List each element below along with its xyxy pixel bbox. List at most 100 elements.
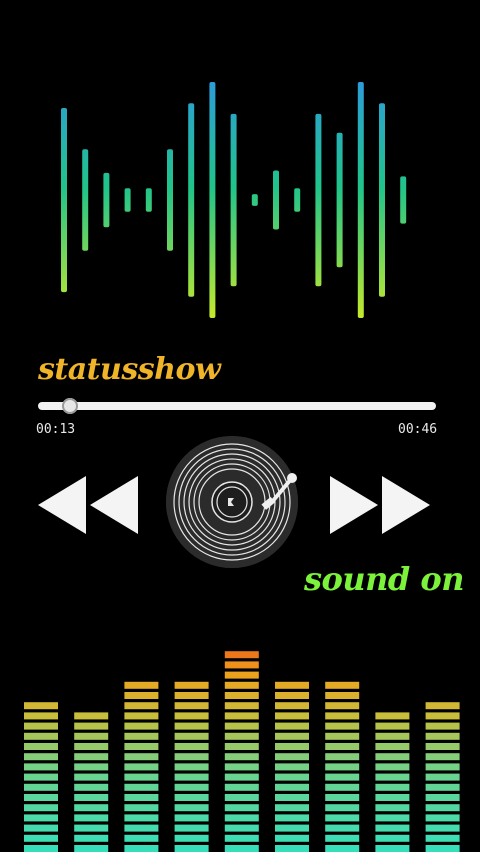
equalizer-segment	[124, 681, 159, 689]
equalizer-segment	[275, 834, 309, 842]
waveform-bar	[167, 149, 173, 251]
equalizer-segment	[425, 834, 460, 842]
equalizer-segment	[425, 763, 460, 771]
equalizer-segment	[124, 814, 159, 822]
waveform-bar	[230, 113, 237, 287]
equalizer-segment	[224, 743, 259, 750]
waveform-bar	[294, 188, 301, 212]
equalizer-segment	[325, 732, 360, 740]
equalizer-segment	[375, 722, 410, 730]
equalizer-segment	[24, 732, 58, 740]
equalizer-segment	[425, 794, 460, 801]
equalizer-segment	[224, 712, 259, 720]
equalizer-segment	[174, 702, 209, 710]
equalizer-segment	[375, 753, 410, 761]
equalizer-segment	[325, 702, 360, 710]
equalizer-segment	[74, 834, 109, 842]
equalizer-segment	[174, 794, 209, 801]
equalizer-segment	[24, 702, 58, 710]
equalizer-segment	[425, 702, 460, 710]
equalizer-segment	[124, 692, 159, 699]
equalizer-segment	[174, 824, 209, 832]
equalizer-segment	[375, 804, 410, 812]
equalizer-segment	[425, 783, 460, 791]
equalizer-segment	[425, 743, 460, 750]
equalizer-segment	[224, 773, 259, 781]
equalizer-segment	[425, 712, 460, 720]
equalizer-segment	[224, 783, 259, 791]
waveform-bar	[82, 149, 89, 251]
equalizer-segment	[24, 753, 58, 761]
equalizer-segment	[224, 824, 259, 832]
equalizer-segment	[24, 783, 58, 791]
equalizer-segment	[325, 794, 360, 801]
equalizer-segment	[375, 845, 410, 852]
equalizer-segment	[325, 712, 360, 720]
equalizer-segment	[375, 794, 410, 801]
equalizer-segment	[74, 814, 109, 822]
equalizer-bar	[375, 712, 410, 852]
equalizer-segment	[124, 804, 159, 812]
waveform-bar	[103, 172, 110, 228]
equalizer-bar	[24, 702, 58, 852]
equalizer-segment	[325, 722, 360, 730]
equalizer-bar	[425, 702, 460, 852]
equalizer-bar	[325, 681, 360, 852]
equalizer-segment	[74, 722, 109, 730]
equalizer-segment	[425, 824, 460, 832]
equalizer-bar	[174, 681, 209, 852]
equalizer-segment	[124, 783, 159, 791]
equalizer-segment	[224, 763, 259, 771]
total-time: 00:46	[398, 422, 438, 437]
equalizer-segment	[124, 743, 159, 750]
equalizer-segment	[375, 763, 410, 771]
equalizer-segment	[325, 681, 360, 689]
equalizer-segment	[124, 722, 159, 730]
seek-bar[interactable]	[38, 402, 436, 410]
equalizer-segment	[425, 732, 460, 740]
equalizer-segment	[74, 753, 109, 761]
equalizer-segment	[224, 651, 259, 659]
equalizer-segment	[74, 794, 109, 801]
equalizer-segment	[275, 732, 309, 740]
rewind-button[interactable]	[34, 470, 144, 540]
equalizer-segment	[275, 712, 309, 720]
vinyl-record[interactable]	[166, 436, 298, 568]
seek-handle[interactable]	[61, 398, 78, 414]
equalizer-segment	[174, 753, 209, 761]
equalizer-segment	[375, 814, 410, 822]
equalizer-segment	[124, 732, 159, 740]
equalizer-segment	[275, 773, 309, 781]
equalizer-segment	[275, 814, 309, 822]
equalizer-segment	[325, 692, 360, 699]
sound-status-label: sound on	[304, 560, 465, 598]
equalizer-segment	[224, 681, 259, 689]
waveform-bar	[145, 188, 152, 212]
equalizer-segment	[275, 804, 309, 812]
equalizer-segment	[24, 834, 58, 842]
equalizer-segment	[375, 824, 410, 832]
waveform-bar	[124, 188, 131, 212]
equalizer-segment	[24, 712, 58, 720]
equalizer-segment	[174, 743, 209, 750]
equalizer-segment	[124, 794, 159, 801]
equalizer-segment	[425, 773, 460, 781]
equalizer-segment	[224, 804, 259, 812]
equalizer-segment	[74, 773, 109, 781]
equalizer-segment	[174, 681, 209, 689]
vinyl-record-icon	[166, 436, 298, 568]
equalizer-segment	[325, 783, 360, 791]
equalizer-segment	[174, 783, 209, 791]
equalizer-segment	[174, 845, 209, 852]
track-title: statusshow	[38, 352, 221, 387]
equalizer-segment	[275, 681, 309, 689]
fast-forward-button[interactable]	[324, 470, 434, 540]
waveform-bar	[209, 82, 216, 318]
equalizer-segment	[325, 824, 360, 832]
waveform-bar	[336, 132, 343, 268]
equalizer-segment	[24, 845, 58, 852]
equalizer-segment	[375, 712, 410, 720]
equalizer-segment	[325, 763, 360, 771]
equalizer-segment	[224, 661, 259, 669]
waveform-bar	[251, 194, 258, 206]
